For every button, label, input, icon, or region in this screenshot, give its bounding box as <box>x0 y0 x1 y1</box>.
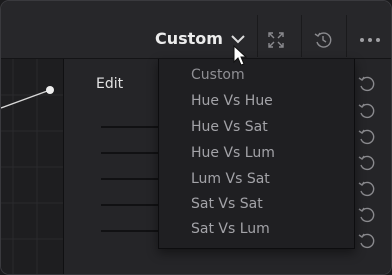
menu-item-sat-vs-lum[interactable]: Sat Vs Lum <box>191 221 270 237</box>
toolbar-divider <box>301 15 302 57</box>
slider-track[interactable] <box>101 126 159 128</box>
reset-all-icon[interactable] <box>311 28 335 52</box>
curves-panel: Custom Edit Custom Hue Vs Hue Hue Vs Sat… <box>0 0 392 275</box>
reset-icon[interactable] <box>357 101 377 121</box>
curve-line <box>1 89 51 109</box>
reset-icon[interactable] <box>357 231 377 251</box>
menu-item-lum-vs-sat[interactable]: Lum Vs Sat <box>191 171 270 187</box>
curve-mode-selector[interactable]: Custom <box>155 24 245 52</box>
slider-track[interactable] <box>101 230 159 232</box>
curve-mode-dropdown: Custom Hue Vs Hue Hue Vs Sat Hue Vs Lum … <box>158 59 355 249</box>
curve-graph[interactable] <box>1 59 64 274</box>
reset-icon[interactable] <box>357 127 377 147</box>
menu-item-custom[interactable]: Custom <box>191 67 245 83</box>
menu-item-hue-vs-hue[interactable]: Hue Vs Hue <box>191 93 273 109</box>
toolbar-divider <box>346 15 347 57</box>
slider-track[interactable] <box>101 178 159 180</box>
menu-item-hue-vs-sat[interactable]: Hue Vs Sat <box>191 119 268 135</box>
slider-track[interactable] <box>101 204 159 206</box>
reset-icon[interactable] <box>357 179 377 199</box>
reset-icon[interactable] <box>357 205 377 225</box>
curve-control-point <box>46 86 54 94</box>
curve-mode-label: Custom <box>155 28 223 48</box>
more-options-icon[interactable] <box>358 28 382 52</box>
edit-label: Edit <box>96 76 124 92</box>
toolbar-divider <box>257 15 258 57</box>
menu-item-hue-vs-lum[interactable]: Hue Vs Lum <box>191 145 275 161</box>
mouse-cursor-icon <box>233 44 249 67</box>
menu-item-sat-vs-sat[interactable]: Sat Vs Sat <box>191 196 263 212</box>
fullscreen-icon[interactable] <box>264 28 288 52</box>
reset-icon[interactable] <box>357 74 377 94</box>
reset-icon[interactable] <box>357 153 377 173</box>
slider-track[interactable] <box>101 152 159 154</box>
toolbar: Custom <box>1 1 391 59</box>
